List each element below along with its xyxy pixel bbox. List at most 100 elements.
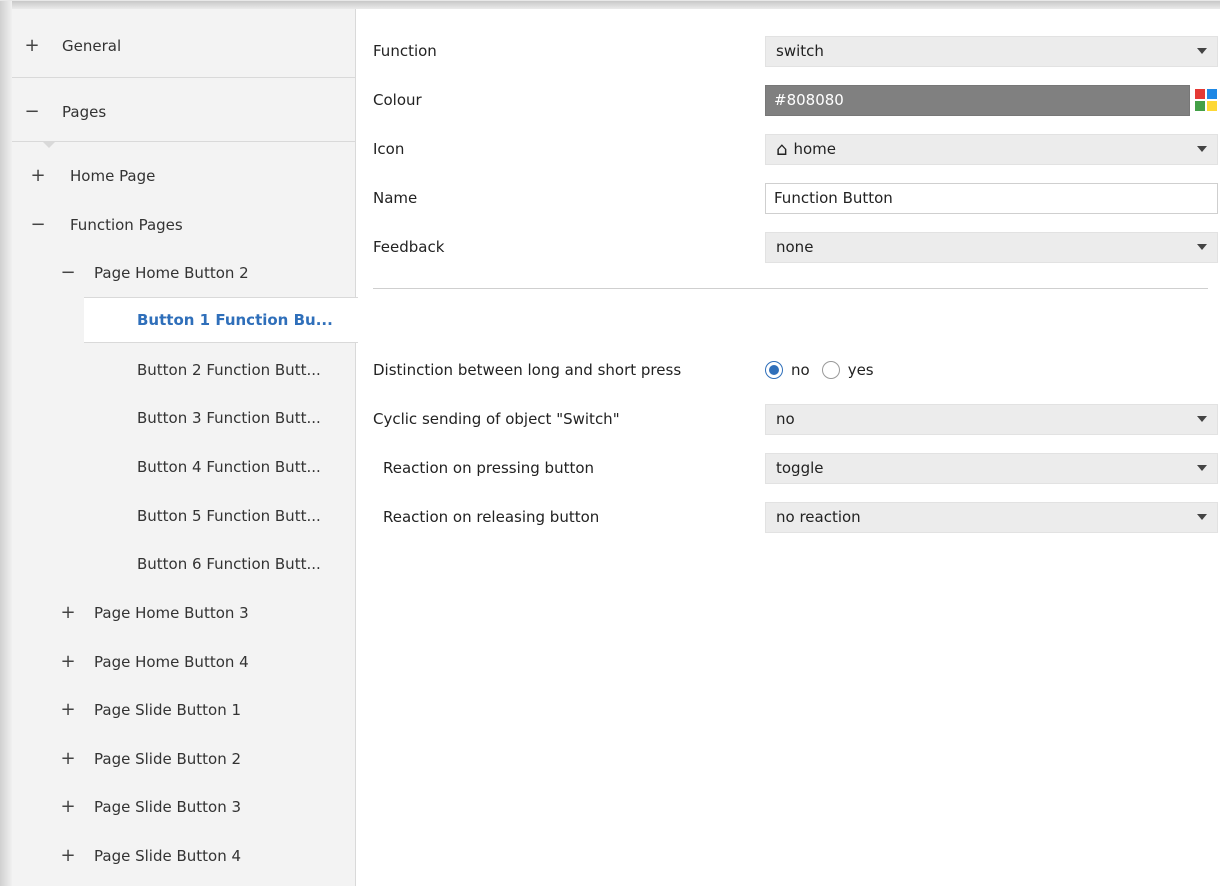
chevron-down-icon (1197, 416, 1207, 422)
sidebar-item-button-6[interactable]: Button 6 Function Butt... (12, 541, 356, 587)
tree-notch (42, 141, 56, 148)
expand-icon[interactable]: + (22, 37, 42, 55)
sidebar-item-page-home-button-3[interactable]: + Page Home Button 3 (12, 590, 356, 636)
pressing-value: toggle (776, 459, 824, 477)
expand-icon[interactable]: + (28, 167, 48, 185)
radio-no-label[interactable]: no (791, 361, 810, 379)
sidebar-item-label: General (62, 37, 122, 55)
collapse-icon[interactable]: − (22, 103, 42, 121)
icon-value: home (793, 140, 836, 158)
sidebar-item-page-slide-button-3[interactable]: + Page Slide Button 3 (12, 784, 356, 830)
sidebar-divider (12, 77, 356, 78)
sidebar-item-page-home-button-2[interactable]: − Page Home Button 2 (12, 250, 356, 296)
sidebar-item-general[interactable]: + General (12, 23, 356, 69)
cyclic-value: no (776, 410, 795, 428)
feedback-label: Feedback (373, 238, 445, 256)
collapse-icon[interactable]: − (28, 216, 48, 234)
window-shadow-left (0, 1, 12, 886)
palette-red (1195, 89, 1205, 99)
sidebar-item-label: Function Pages (70, 216, 183, 234)
sidebar-item-button-5[interactable]: Button 5 Function Butt... (12, 493, 356, 539)
palette-blue (1207, 89, 1217, 99)
icon-label: Icon (373, 140, 405, 158)
sidebar-item-button-2[interactable]: Button 2 Function Butt... (12, 347, 356, 393)
feedback-select[interactable]: none (765, 231, 1218, 263)
sidebar-item-page-home-button-4[interactable]: + Page Home Button 4 (12, 639, 356, 685)
pressing-label: Reaction on pressing button (383, 459, 595, 477)
releasing-row: Reaction on releasing button no reaction (373, 500, 1218, 534)
sidebar-item-page-slide-button-4[interactable]: + Page Slide Button 4 (12, 833, 356, 879)
app-window: + General − Pages + Home Page − Function… (0, 0, 1220, 886)
icon-select[interactable]: ⌂ home (765, 133, 1218, 165)
function-row: Function switch (373, 34, 1218, 68)
section-divider (373, 288, 1208, 289)
name-input[interactable]: Function Button (765, 182, 1218, 214)
sidebar-item-label: Page Slide Button 2 (94, 750, 242, 768)
cyclic-select[interactable]: no (765, 403, 1218, 435)
sidebar-item-label: Page Home Button 2 (94, 264, 249, 282)
collapse-icon[interactable]: − (58, 264, 78, 282)
feedback-value: none (776, 238, 814, 256)
pressing-select[interactable]: toggle (765, 452, 1218, 484)
icon-row: Icon ⌂ home (373, 132, 1218, 166)
releasing-select[interactable]: no reaction (765, 501, 1218, 533)
chevron-down-icon (1197, 465, 1207, 471)
sidebar-tree: + General − Pages + Home Page − Function… (12, 9, 358, 886)
sidebar-item-label: Button 4 Function Butt... (137, 458, 321, 476)
cyclic-label: Cyclic sending of object "Switch" (373, 410, 620, 428)
sidebar-item-label: Page Slide Button 1 (94, 701, 242, 719)
expand-icon[interactable]: + (58, 653, 78, 671)
sidebar-item-label: Button 5 Function Butt... (137, 507, 321, 525)
expand-icon[interactable]: + (58, 847, 78, 865)
chevron-down-icon (1197, 48, 1207, 54)
radio-dot (769, 365, 779, 375)
sidebar-item-function-pages[interactable]: − Function Pages (12, 202, 356, 248)
colour-value: #808080 (774, 91, 844, 109)
radio-yes-label[interactable]: yes (848, 361, 874, 379)
sidebar-item-button-4[interactable]: Button 4 Function Butt... (12, 444, 356, 490)
sidebar-item-label: Button 3 Function Butt... (137, 409, 321, 427)
sidebar-item-button-1-selected[interactable]: Button 1 Function Bu... (84, 297, 358, 343)
releasing-value: no reaction (776, 508, 861, 526)
palette-yellow (1207, 101, 1217, 111)
colour-row: Colour #808080 (373, 83, 1217, 117)
name-row: Name Function Button (373, 181, 1218, 215)
name-value: Function Button (774, 189, 893, 207)
expand-icon[interactable]: + (58, 701, 78, 719)
distinction-row: Distinction between long and short press… (373, 353, 1208, 387)
colour-label: Colour (373, 91, 422, 109)
function-value: switch (776, 42, 824, 60)
expand-icon[interactable]: + (58, 750, 78, 768)
sidebar-item-label: Page Slide Button 4 (94, 847, 242, 865)
distinction-radio-group: no yes (765, 355, 886, 386)
sidebar-item-home-page[interactable]: + Home Page (12, 153, 356, 199)
sidebar-item-label: Button 2 Function Butt... (137, 361, 321, 379)
distinction-label: Distinction between long and short press (373, 361, 682, 379)
expand-icon[interactable]: + (58, 798, 78, 816)
expand-icon[interactable]: + (58, 604, 78, 622)
sidebar-item-label: Page Home Button 3 (94, 604, 249, 622)
color-palette-icon[interactable] (1195, 89, 1217, 111)
sidebar-item-page-slide-button-2[interactable]: + Page Slide Button 2 (12, 736, 356, 782)
sidebar-item-button-3[interactable]: Button 3 Function Butt... (12, 395, 356, 441)
sidebar-item-pages[interactable]: − Pages (12, 89, 356, 135)
parameter-panel: Function switch Colour #808080 Icon ⌂ ho (356, 9, 1220, 886)
window-shadow-top (0, 1, 1220, 9)
chevron-down-icon (1197, 244, 1207, 250)
palette-green (1195, 101, 1205, 111)
name-label: Name (373, 189, 418, 207)
colour-field[interactable]: #808080 (765, 84, 1190, 116)
sidebar-item-label: Page Home Button 4 (94, 653, 249, 671)
sidebar-item-label: Page Slide Button 3 (94, 798, 242, 816)
sidebar-item-label: Button 1 Function Bu... (137, 311, 333, 329)
releasing-label: Reaction on releasing button (383, 508, 600, 526)
radio-yes[interactable] (821, 361, 840, 379)
sidebar-item-label: Home Page (70, 167, 156, 185)
radio-no[interactable] (765, 361, 783, 379)
sidebar-item-page-slide-button-1[interactable]: + Page Slide Button 1 (12, 687, 356, 733)
feedback-row: Feedback none (373, 230, 1218, 264)
sidebar-item-label: Pages (62, 103, 107, 121)
function-select[interactable]: switch (765, 35, 1218, 67)
cyclic-row: Cyclic sending of object "Switch" no (373, 402, 1218, 436)
chevron-down-icon (1197, 514, 1207, 520)
